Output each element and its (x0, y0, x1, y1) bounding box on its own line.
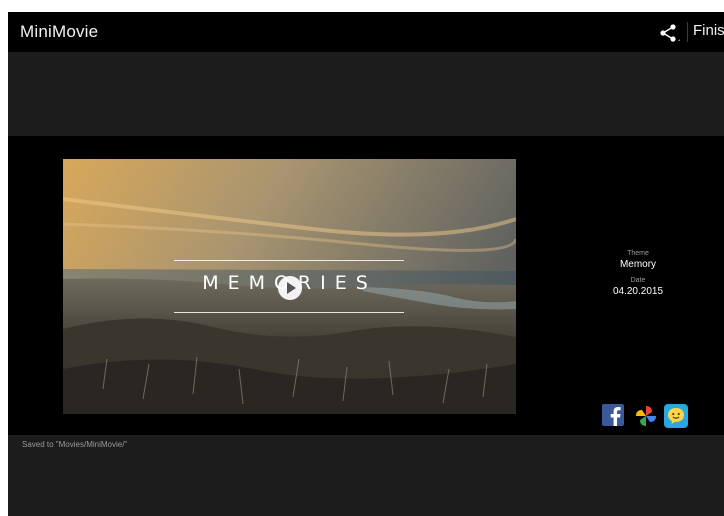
play-icon (287, 282, 296, 294)
theme-value: Memory (619, 259, 657, 270)
share-icon (660, 24, 680, 42)
smiley-chat-icon (664, 404, 688, 428)
top-spacer-band (8, 52, 724, 136)
pinwheel-icon (636, 406, 656, 426)
movie-info: Theme Memory Date 04.20.2015 (588, 249, 688, 303)
status-band: Saved to "Movies/MiniMovie/" (8, 435, 724, 516)
facebook-icon (602, 404, 624, 426)
saved-location-text: Saved to "Movies/MiniMovie/" (22, 440, 128, 449)
finish-button[interactable]: Finish (693, 22, 724, 39)
theme-label: Theme (627, 250, 649, 257)
video-preview[interactable]: MEMORIES (63, 159, 516, 414)
title-rule-bottom (174, 312, 404, 313)
app-title: MiniMovie (20, 22, 99, 41)
preview-stage: MEMORIES Theme Memory Date 04.20.2015 (8, 136, 724, 435)
title-rule-top (174, 260, 404, 261)
play-button[interactable] (278, 276, 302, 300)
share-button[interactable] (656, 20, 682, 46)
minimovie-screen: MiniMovie Finish (0, 0, 724, 516)
date-value: 04.20.2015 (612, 286, 664, 297)
action-divider (687, 22, 688, 42)
share-photos-button[interactable] (634, 404, 658, 428)
date-label: Date (630, 277, 646, 284)
share-messenger-button[interactable] (664, 404, 688, 428)
share-facebook-button[interactable] (602, 404, 626, 428)
action-bar: MiniMovie Finish (8, 12, 724, 52)
